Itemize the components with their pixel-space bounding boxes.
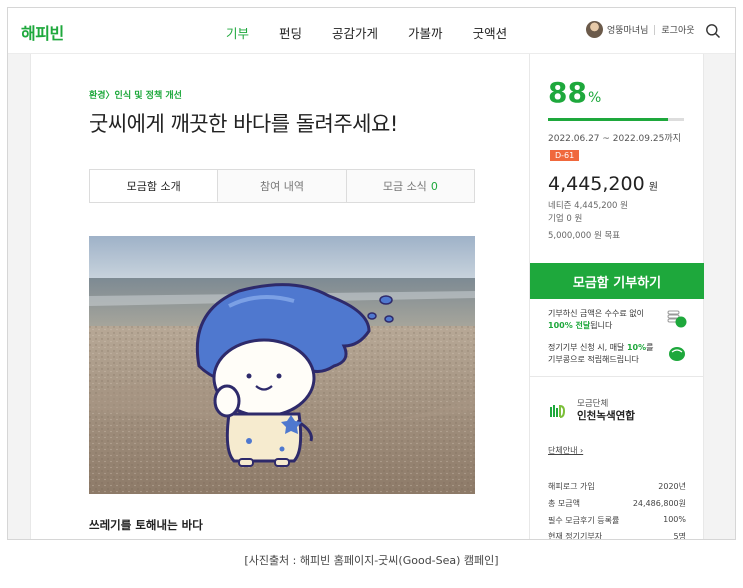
tab-count: 0	[430, 179, 438, 193]
nav-item-goodaction[interactable]: 굿액션	[473, 23, 508, 42]
nav-item-funding[interactable]: 펀딩	[279, 23, 302, 42]
stat-label: 현재 정기기부자	[548, 532, 603, 540]
site-logo[interactable]: 해피빈	[21, 20, 64, 44]
nav-item-shop[interactable]: 공감가게	[332, 23, 378, 42]
percent-value: 88	[548, 76, 587, 109]
tab-label: 참여 내역	[260, 180, 304, 193]
regular-donation-info: 정기기부 신청 시, 매달 10%를 기부콩으로 적립해드립니다	[548, 342, 660, 366]
logout-link[interactable]: 로그아웃	[661, 23, 694, 36]
info-text: 기부하신 금액은 수수료 없이	[548, 309, 644, 318]
site-header: 해피빈 기부 펀딩 공감가게 가볼까 굿액션 엉뚱마녀님 로그아웃	[8, 8, 735, 54]
org-info-link[interactable]: 단체안내 ›	[548, 445, 583, 456]
stat-label: 총 모금액	[548, 499, 580, 508]
stat-label: 해피로그 가입	[548, 482, 595, 491]
info-text: 정기기부 신청 시, 매달	[548, 343, 625, 352]
campaign-content: 환경〉인식 및 정책 개선 굿씨에게 깨끗한 바다를 돌려주세요! 모금함 소개…	[30, 54, 530, 539]
avatar[interactable]	[586, 21, 603, 38]
percent-sign: %	[587, 90, 602, 106]
breadcrumb[interactable]: 환경〉인식 및 정책 개선	[89, 88, 182, 101]
progress-percent: 88%	[548, 76, 601, 109]
tab-intro[interactable]: 모금함 소개	[90, 170, 219, 202]
org-name[interactable]: 인천녹색연합	[577, 408, 635, 423]
tab-news[interactable]: 모금 소식 0	[346, 170, 474, 202]
page-title: 굿씨에게 깨끗한 바다를 돌려주세요!	[89, 112, 398, 136]
nav-item-donate[interactable]: 기부	[226, 23, 249, 42]
stat-label: 필수 모금후기 등록률	[548, 516, 620, 525]
info-text: 됩니다	[590, 321, 613, 330]
donate-button[interactable]: 모금함 기부하기	[530, 263, 704, 299]
nav-item-visit[interactable]: 가볼까	[408, 23, 443, 42]
tab-label: 모금함 소개	[126, 179, 181, 193]
bean-icon	[669, 347, 685, 361]
tab-participants[interactable]: 참여 내역	[218, 170, 347, 202]
campaign-sidebar: 88% 2022.06.27 ~ 2022.09.25까지 D-61 4,445…	[530, 54, 704, 540]
company-amount: 기업 0 원	[548, 214, 583, 224]
section-heading: 쓰레기를 토해내는 바다	[89, 518, 203, 532]
tab-label: 모금 소식	[382, 180, 427, 193]
divider	[654, 24, 656, 35]
amount-unit: 원	[648, 182, 658, 193]
goal-amount: 5,000,000 원 목표	[548, 231, 621, 241]
main-nav: 기부 펀딩 공감가게 가볼까 굿액션	[226, 23, 537, 42]
raised-amount: 4,445,200 원	[548, 173, 658, 195]
progress-bar	[548, 118, 684, 121]
stat-row: 현재 정기기부자 5명	[548, 531, 686, 540]
dday-badge: D-61	[550, 150, 580, 161]
stat-value: 100%	[663, 515, 686, 524]
browser-frame: 해피빈 기부 펀딩 공감가게 가볼까 굿액션 엉뚱마녀님 로그아웃 환경〉인식 …	[7, 7, 736, 540]
stat-row: 해피로그 가입 2020년	[548, 481, 686, 492]
org-logo-icon[interactable]	[548, 402, 568, 420]
stat-value: 2020년	[658, 482, 686, 491]
coins-icon	[667, 310, 687, 328]
username[interactable]: 엉뚱마녀님	[607, 23, 648, 36]
campaign-photo	[89, 236, 475, 494]
stat-row: 총 모금액 24,486,800원	[548, 498, 686, 509]
stat-value: 24,486,800원	[632, 499, 686, 508]
stat-value: 5명	[673, 532, 686, 540]
info-highlight: 10%	[626, 343, 647, 352]
campaign-period: 2022.06.27 ~ 2022.09.25까지	[548, 134, 681, 144]
image-caption: [사진출처 : 해피빈 홈페이지-굿씨(Good-Sea) 캠페인]	[244, 554, 499, 567]
info-highlight: 100% 전달	[548, 321, 591, 330]
progress-fill	[548, 118, 668, 121]
stat-row: 필수 모금후기 등록률 100%	[548, 515, 686, 526]
divider	[530, 376, 704, 377]
campaign-tabs: 모금함 소개 참여 내역 모금 소식 0	[89, 169, 475, 203]
no-fee-info: 기부하신 금액은 수수료 없이 100% 전달됩니다	[548, 308, 660, 332]
user-area: 엉뚱마녀님 로그아웃	[586, 21, 695, 38]
search-icon[interactable]	[705, 23, 721, 39]
amount-value: 4,445,200	[548, 173, 645, 195]
netizen-amount: 네티즌 4,445,200 원	[548, 201, 628, 211]
